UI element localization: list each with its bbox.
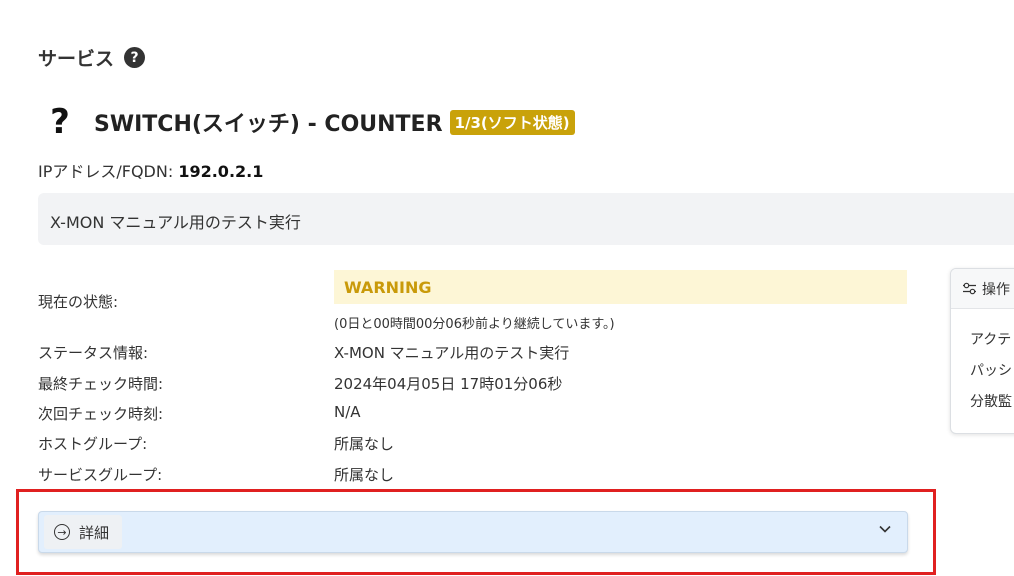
unknown-status-icon: ? xyxy=(50,102,70,142)
section-header: サービス ? xyxy=(38,44,146,71)
operations-header: 操作 xyxy=(951,269,1014,309)
service-title-row: ? SWITCH(スイッチ) - COUNTER 1/3(ソフト状態) xyxy=(44,102,575,142)
next-check-label: 次回チェック時刻: xyxy=(38,405,164,423)
operations-panel: 操作 アクテ パッシ 分散監 xyxy=(950,268,1014,434)
state-duration: (0日と00時間00分06秒前より継続しています。) xyxy=(334,317,615,332)
service-group-label: サービスグループ: xyxy=(38,466,163,484)
current-state-label: 現在の状態: xyxy=(38,293,119,311)
host-group-value: 所属なし xyxy=(334,435,395,453)
status-info-label: ステータス情報: xyxy=(38,344,149,362)
operation-item-passive[interactable]: パッシ xyxy=(970,360,1012,380)
warning-status-text: WARNING xyxy=(344,278,432,297)
service-name: SWITCH(スイッチ) - COUNTER xyxy=(94,112,443,137)
ip-value: 192.0.2.1 xyxy=(178,162,264,181)
ip-label: IPアドレス/FQDN: xyxy=(38,162,179,181)
chevron-down-icon[interactable] xyxy=(876,520,894,538)
last-check-label: 最終チェック時間: xyxy=(38,375,164,393)
sliders-icon xyxy=(963,282,976,295)
help-icon[interactable]: ? xyxy=(124,47,146,68)
section-title: サービス xyxy=(38,48,115,70)
state-badge: 1/3(ソフト状態) xyxy=(449,109,575,135)
host-group-label: ホストグループ: xyxy=(38,435,148,453)
details-toggle-button[interactable]: → 詳細 xyxy=(44,515,122,549)
arrow-right-circle-icon: → xyxy=(54,524,70,540)
details-label: 詳細 xyxy=(79,523,110,542)
details-accordion[interactable] xyxy=(38,511,908,553)
description-text: X-MON マニュアル用のテスト実行 xyxy=(50,213,301,232)
status-info-value: X-MON マニュアル用のテスト実行 xyxy=(334,344,570,362)
ip-address-line: IPアドレス/FQDN: 192.0.2.1 xyxy=(38,158,263,182)
operation-item-distributed[interactable]: 分散監 xyxy=(970,391,1012,411)
service-group-value: 所属なし xyxy=(334,466,395,484)
last-check-value: 2024年04月05日 17時01分06秒 xyxy=(334,375,563,393)
operations-title: 操作 xyxy=(982,281,1010,298)
next-check-value: N/A xyxy=(334,403,361,421)
operation-item-active[interactable]: アクテ xyxy=(970,329,1011,349)
